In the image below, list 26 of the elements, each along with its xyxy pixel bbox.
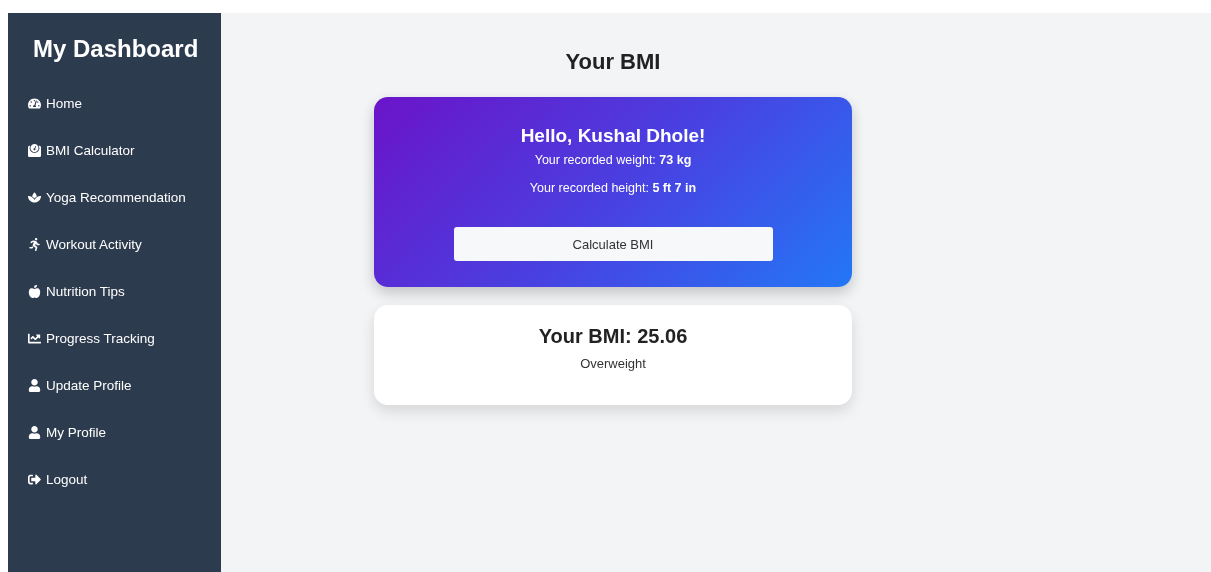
calculate-button[interactable]: Calculate BMI	[453, 227, 773, 261]
page-title: Your BMI	[564, 49, 662, 75]
sidebar-item[interactable]: Update Profile	[28, 362, 221, 409]
running-icon	[28, 237, 42, 252]
height-text: Your recorded height: 5 ft 7 in	[529, 181, 697, 195]
bmi-value: Your BMI: 25.06	[538, 325, 688, 348]
user-icon	[28, 378, 42, 393]
bmi-category: Overweight	[580, 356, 646, 371]
lotus-icon	[28, 190, 42, 205]
line-chart-icon	[28, 331, 42, 346]
sidebar-item[interactable]: Progress Tracking	[28, 315, 221, 362]
apple-icon	[28, 284, 42, 299]
sidebar-item[interactable]: Workout Activity	[28, 221, 221, 268]
scale-icon	[28, 143, 42, 158]
user-icon	[28, 425, 42, 440]
sidebar-item[interactable]: Logout	[28, 456, 221, 503]
sidebar-item[interactable]: Yoga Recommendation	[28, 174, 221, 221]
sign-out-icon	[28, 472, 42, 487]
sidebar-item[interactable]: BMI Calculator	[28, 127, 221, 174]
sidebar-title: My Dashboard	[33, 35, 200, 63]
sidebar-item[interactable]: My Profile	[28, 409, 221, 456]
gauge-icon	[28, 96, 42, 111]
weight-text: Your recorded weight: 73 kg	[534, 153, 692, 167]
sidebar-item[interactable]: Nutrition Tips	[28, 268, 221, 315]
greeting-text: Hello, Kushal Dhole!	[520, 125, 706, 147]
sidebar-item[interactable]: Home	[28, 80, 221, 127]
